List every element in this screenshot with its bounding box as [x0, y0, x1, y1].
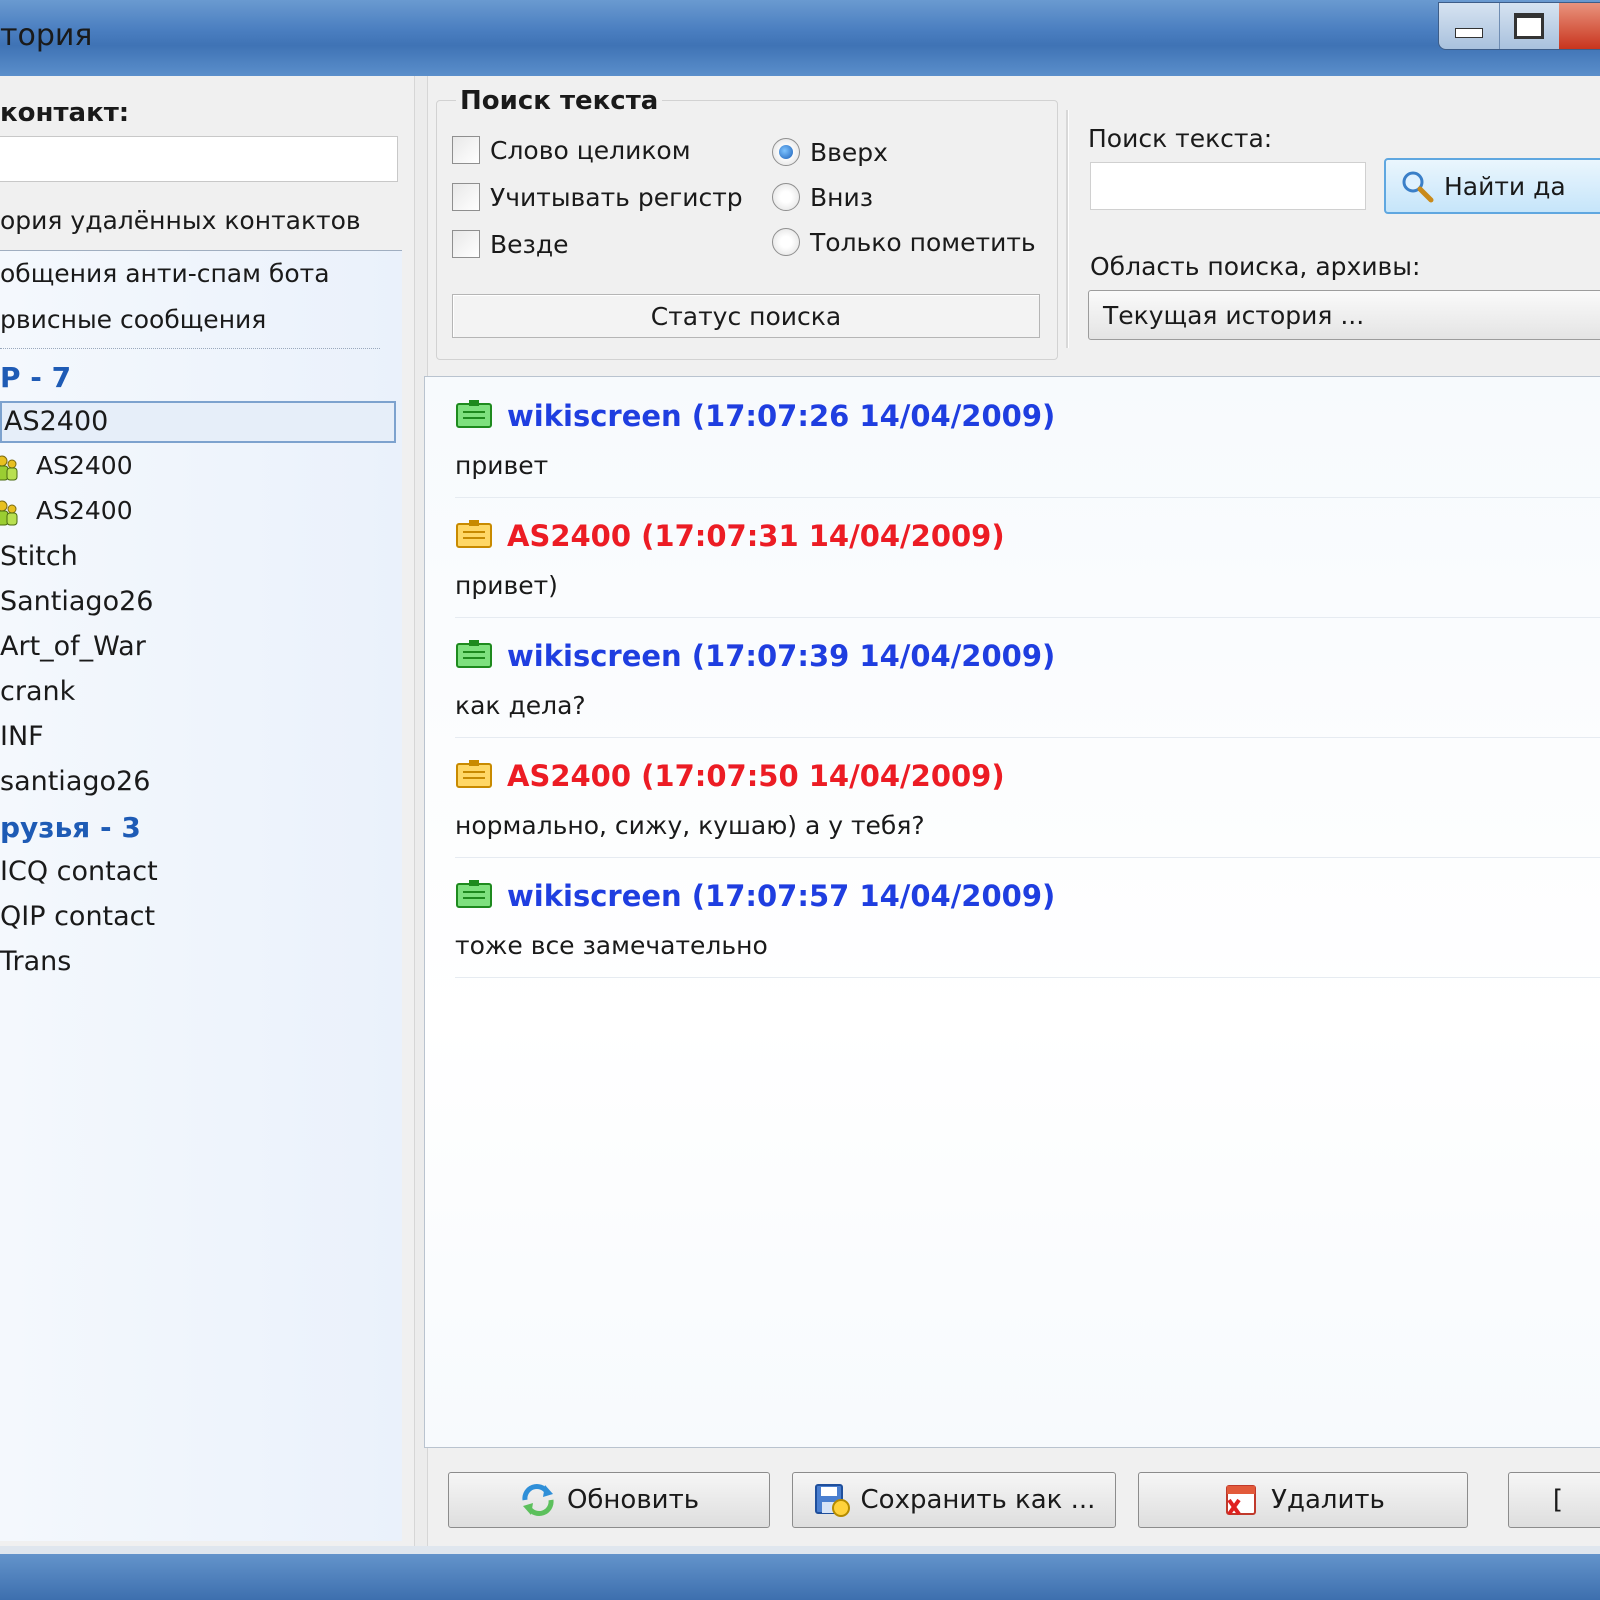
- search-text-label: Поиск текста:: [1088, 124, 1273, 153]
- refresh-label: Обновить: [566, 1485, 700, 1515]
- group-header[interactable]: рузья - 3: [0, 811, 141, 844]
- contact-filter-input[interactable]: [0, 136, 398, 182]
- save-as-label: Сохранить как ...: [860, 1485, 1096, 1515]
- save-icon: [814, 1484, 850, 1517]
- delete-label: Удалить: [1271, 1485, 1385, 1515]
- message-text: привет: [455, 451, 549, 480]
- match-case-checkbox[interactable]: [452, 183, 480, 211]
- search-divider: [1066, 110, 1069, 348]
- whole-word-label: Слово целиком: [490, 136, 691, 165]
- title-bar: [0, 0, 1600, 76]
- service-messages-item[interactable]: рвисные сообщения: [0, 305, 266, 334]
- direction-up-label: Вверх: [810, 138, 888, 167]
- window-bottom-border: [0, 1546, 1600, 1600]
- message-header: wikiscreen (17:07:26 14/04/2009): [507, 399, 1056, 433]
- whole-word-checkbox[interactable]: [452, 136, 480, 164]
- message-other-icon: [456, 520, 492, 548]
- message-self-icon: [456, 640, 492, 668]
- contact-label: контакт:: [0, 98, 130, 128]
- refresh-icon: [522, 1484, 554, 1516]
- minimize-icon: [1455, 28, 1483, 38]
- search-group-title: Поиск текста: [456, 86, 663, 116]
- contact-item-selected[interactable]: AS2400: [0, 401, 396, 443]
- window-title: тория: [0, 18, 93, 53]
- message-item: AS2400 (17:07:31 14/04/2009) привет): [455, 497, 1600, 618]
- message-header: wikiscreen (17:07:39 14/04/2009): [507, 639, 1056, 673]
- message-self-icon: [456, 880, 492, 908]
- contact-sub-label: AS2400: [36, 451, 133, 480]
- message-header: wikiscreen (17:07:57 14/04/2009): [507, 879, 1056, 913]
- history-view[interactable]: wikiscreen (17:07:26 14/04/2009) привет …: [424, 376, 1600, 1448]
- contact-item[interactable]: INF: [0, 721, 44, 752]
- minimize-button[interactable]: [1439, 3, 1500, 49]
- delete-calendar-icon: [1226, 1485, 1257, 1516]
- contact-list[interactable]: общения анти-спам бота рвисные сообщения…: [0, 250, 402, 1541]
- contact-sub-item[interactable]: AS2400: [0, 451, 133, 481]
- contact-item[interactable]: Trans: [0, 946, 71, 977]
- save-as-button[interactable]: Сохранить как ...: [792, 1472, 1116, 1528]
- search-scope-label: Область поиска, архивы:: [1090, 252, 1421, 281]
- search-status: Статус поиска: [452, 294, 1040, 338]
- direction-down-radio[interactable]: [772, 183, 800, 211]
- group-header[interactable]: P - 7: [0, 361, 71, 394]
- close-button[interactable]: [1559, 3, 1600, 49]
- contact-item[interactable]: Stitch: [0, 541, 78, 572]
- contact-sub-item[interactable]: AS2400: [0, 496, 133, 526]
- message-text: как дела?: [455, 691, 586, 720]
- message-text: нормально, сижу, кушаю) а у тебя?: [455, 811, 925, 840]
- contact-item[interactable]: santiago26: [0, 766, 150, 797]
- contact-item[interactable]: Santiago26: [0, 586, 153, 617]
- search-input[interactable]: [1090, 162, 1366, 210]
- everywhere-checkbox[interactable]: [452, 230, 480, 258]
- contact-item[interactable]: crank: [0, 676, 75, 707]
- message-item: wikiscreen (17:07:57 14/04/2009) тоже вс…: [455, 857, 1600, 978]
- extra-button[interactable]: [: [1508, 1472, 1600, 1528]
- direction-up-radio[interactable]: [772, 138, 800, 166]
- contact-item[interactable]: QIP contact: [0, 901, 155, 932]
- people-icon: [0, 500, 18, 526]
- antispam-messages-item[interactable]: общения анти-спам бота: [0, 259, 330, 288]
- people-icon: [0, 455, 18, 481]
- message-header: AS2400 (17:07:50 14/04/2009): [507, 759, 1005, 793]
- contact-item[interactable]: Art_of_War: [0, 631, 146, 662]
- find-button-label: Найти да: [1444, 171, 1566, 201]
- maximize-icon: [1514, 13, 1544, 39]
- message-header: AS2400 (17:07:31 14/04/2009): [507, 519, 1005, 553]
- deleted-contacts-history-item[interactable]: ория удалённых контактов: [0, 206, 361, 235]
- everywhere-label: Везде: [490, 230, 569, 259]
- message-other-icon: [456, 760, 492, 788]
- direction-down-label: Вниз: [810, 183, 874, 212]
- message-item: wikiscreen (17:07:26 14/04/2009) привет: [455, 377, 1600, 498]
- message-item: AS2400 (17:07:50 14/04/2009) нормально, …: [455, 737, 1600, 858]
- extra-button-label: [: [1552, 1485, 1564, 1515]
- mark-only-label: Только пометить: [810, 228, 1036, 257]
- message-text: привет): [455, 571, 558, 600]
- window-bottom-edge: [0, 1546, 1600, 1554]
- window-controls: [1438, 2, 1600, 50]
- maximize-button[interactable]: [1499, 3, 1560, 49]
- search-icon: [1402, 171, 1434, 203]
- contact-item[interactable]: ICQ contact: [0, 856, 158, 887]
- message-text: тоже все замечательно: [455, 931, 768, 960]
- mark-only-radio[interactable]: [772, 228, 800, 256]
- find-button[interactable]: Найти да: [1384, 158, 1600, 214]
- match-case-label: Учитывать регистр: [490, 183, 743, 212]
- contact-sub-label: AS2400: [36, 496, 133, 525]
- delete-button[interactable]: Удалить: [1138, 1472, 1468, 1528]
- search-scope-select[interactable]: Текущая история ...: [1088, 290, 1600, 340]
- refresh-button[interactable]: Обновить: [448, 1472, 770, 1528]
- list-separator: [0, 348, 380, 349]
- message-item: wikiscreen (17:07:39 14/04/2009) как дел…: [455, 617, 1600, 738]
- message-self-icon: [456, 400, 492, 428]
